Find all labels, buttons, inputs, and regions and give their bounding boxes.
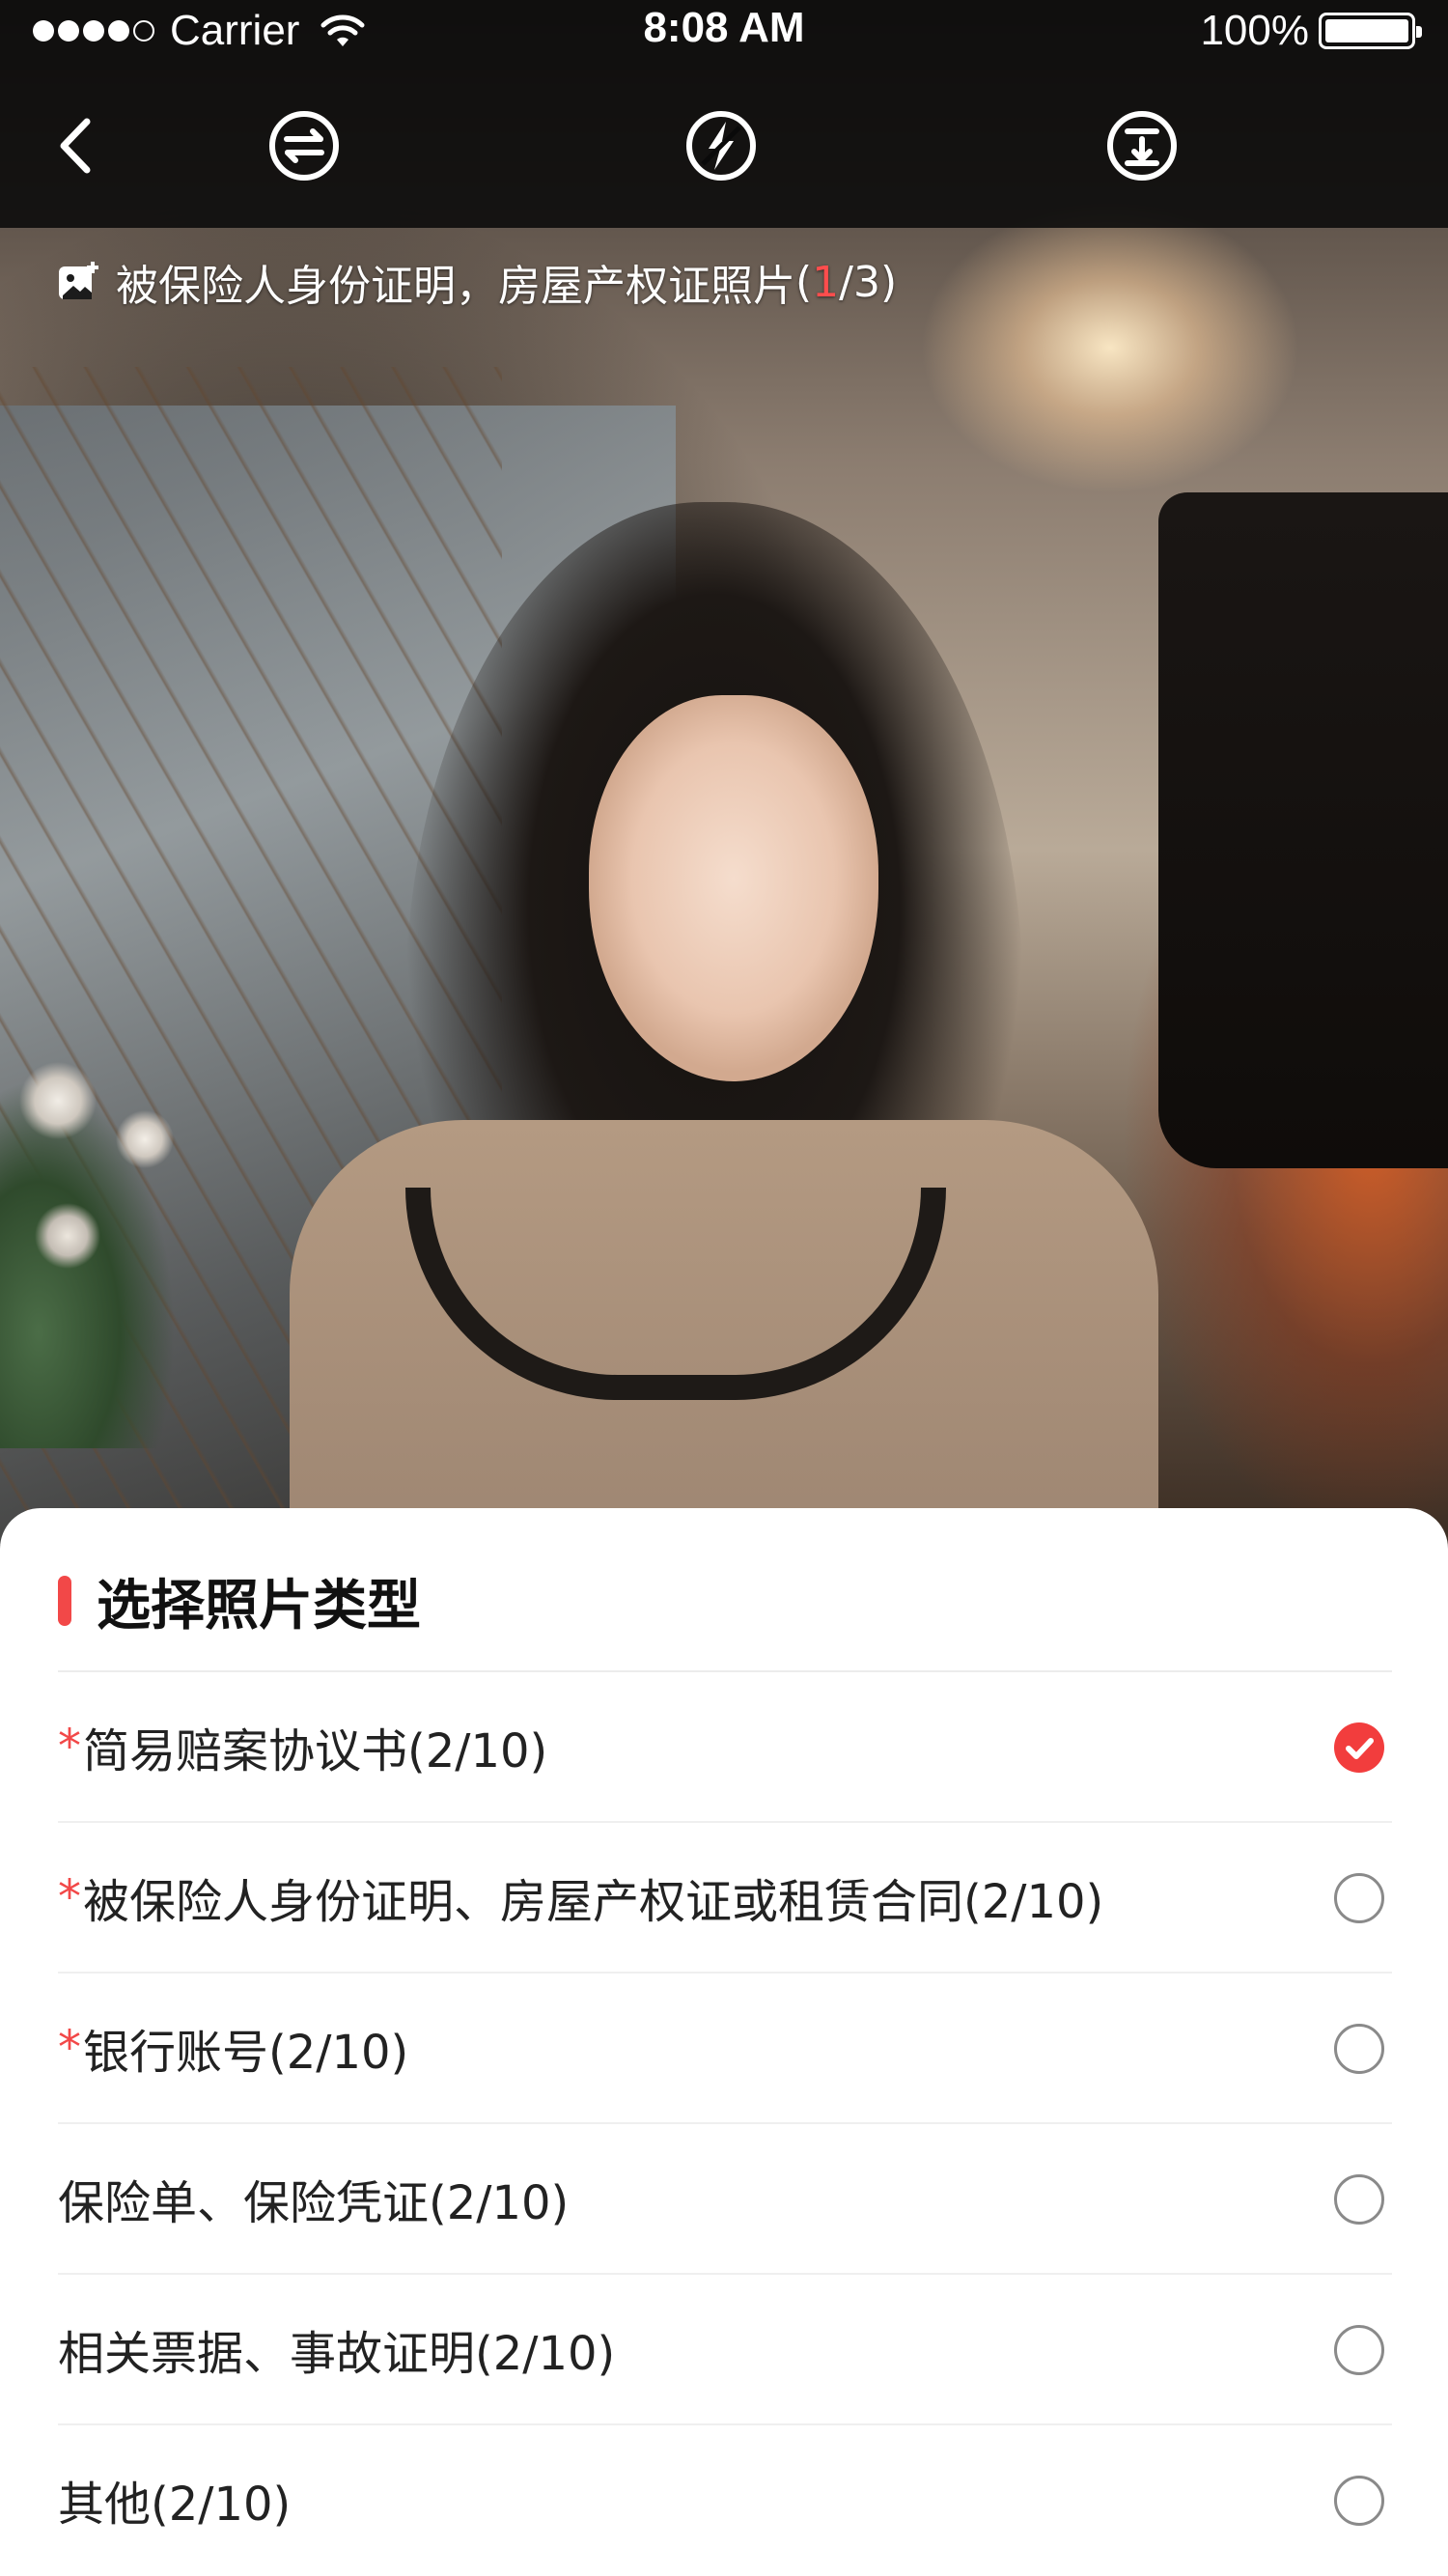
radio-unchecked-icon[interactable] <box>1334 2174 1384 2225</box>
radio-unchecked-icon[interactable] <box>1334 1873 1384 1923</box>
option-other[interactable]: 其他(2/10) <box>58 2425 1392 2576</box>
top-bar: Carrier 8:08 AM 100% <box>0 0 1448 228</box>
radio-checked-icon[interactable] <box>1334 1722 1384 1773</box>
option-policy[interactable]: 保险单、保险凭证(2/10) <box>58 2124 1392 2275</box>
required-marker: * <box>58 2021 81 2075</box>
photo-hint: 被保险人身份证明，房屋产权证照片(1/3) <box>56 253 897 311</box>
hint-current-index: 1 <box>812 257 840 307</box>
option-label: 简易赔案协议书(2/10) <box>83 1724 548 1778</box>
option-agreement[interactable]: * 简易赔案协议书(2/10) <box>58 1672 1392 1823</box>
camera-toolbar <box>0 62 1448 228</box>
hint-count-total: /3) <box>839 257 898 307</box>
battery-percent: 100% <box>1200 7 1309 54</box>
title-accent-bar <box>58 1576 71 1626</box>
camera-screen: Carrier 8:08 AM 100% 被保险人身份证明，房屋产权证照片 (… <box>0 0 1448 2576</box>
flash-off-icon <box>686 111 756 181</box>
option-label: 保险单、保险凭证(2/10) <box>58 2176 570 2230</box>
camera-preview <box>0 0 1448 1545</box>
required-marker: * <box>58 1870 81 1924</box>
radio-unchecked-icon[interactable] <box>1334 2024 1384 2074</box>
option-bank-account[interactable]: * 银行账号(2/10) <box>58 1974 1392 2124</box>
download-button[interactable] <box>1099 102 1185 189</box>
hint-count-open: ( <box>795 257 813 307</box>
option-label: 相关票据、事故证明(2/10) <box>58 2327 616 2381</box>
status-bar: Carrier 8:08 AM 100% <box>0 0 1448 62</box>
option-receipts[interactable]: 相关票据、事故证明(2/10) <box>58 2275 1392 2425</box>
battery-icon <box>1319 13 1422 49</box>
photo-add-icon <box>59 262 98 299</box>
option-label: 银行账号(2/10) <box>83 2026 409 2080</box>
checkmark-icon <box>1346 1738 1374 1759</box>
hint-text: 被保险人身份证明，房屋产权证照片 <box>116 262 795 311</box>
option-identity-proof[interactable]: * 被保险人身份证明、房屋产权证或租赁合同(2/10) <box>58 1823 1392 1974</box>
sheet-header: 选择照片类型 <box>58 1564 421 1638</box>
radio-unchecked-icon[interactable] <box>1334 2476 1384 2526</box>
back-button[interactable] <box>35 102 122 189</box>
photo-type-options: * 简易赔案协议书(2/10) * 被保险人身份证明、房屋产权证或租赁合同(2/10… <box>0 1672 1448 2576</box>
sheet-title: 选择照片类型 <box>97 1574 421 1638</box>
radio-unchecked-icon[interactable] <box>1334 2325 1384 2375</box>
back-icon <box>60 118 91 174</box>
required-marker: * <box>58 1720 81 1774</box>
option-label: 其他(2/10) <box>58 2478 292 2532</box>
option-label: 被保险人身份证明、房屋产权证或租赁合同(2/10) <box>83 1875 1104 1929</box>
download-icon <box>1107 111 1177 181</box>
flash-toggle-button[interactable] <box>678 102 765 189</box>
switch-camera-button[interactable] <box>261 102 348 189</box>
photo-type-sheet: 选择照片类型 * 简易赔案协议书(2/10) * 被保险人身份证明、房屋产权证或租赁… <box>0 1508 1448 2576</box>
switch-camera-icon <box>269 111 339 181</box>
